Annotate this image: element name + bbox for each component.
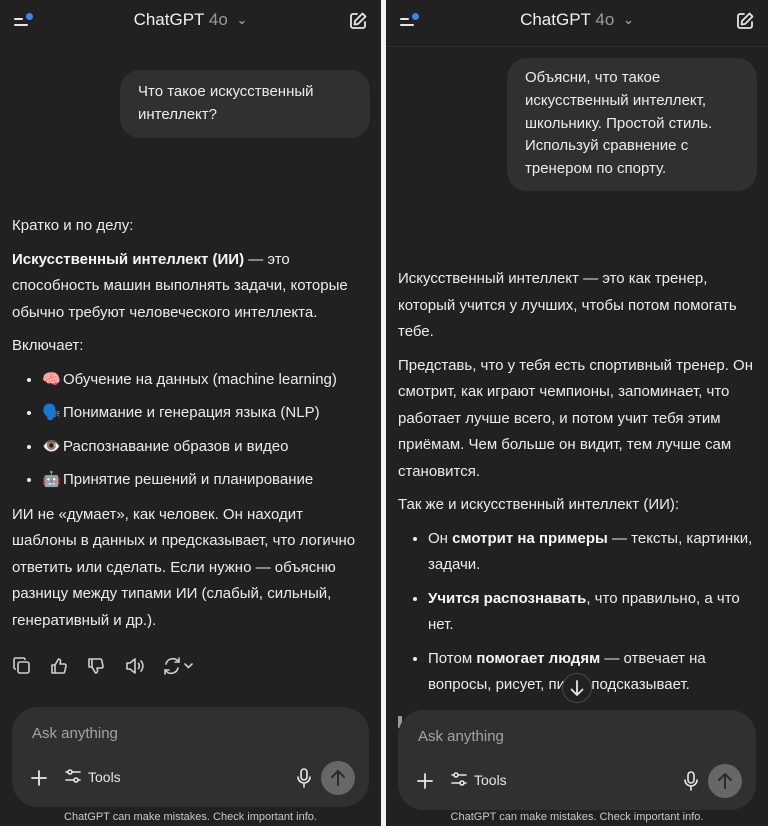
assistant-answer: Кратко и по делу: Искусственный интеллек…: [12, 213, 371, 641]
ask-input[interactable]: Ask anything: [32, 725, 118, 742]
microphone-icon[interactable]: [295, 767, 313, 789]
thumbs-up-icon[interactable]: [49, 656, 71, 678]
definition-term: Искусственный интеллект (ИИ): [12, 250, 245, 268]
top-bar: ChatGPT 4o ⌄: [0, 0, 381, 44]
header-divider: [386, 46, 768, 47]
chevron-down-icon: ⌄: [236, 12, 248, 27]
eye-emoji-icon: 👁️: [42, 437, 61, 455]
answer-paragraph: Представь, что у тебя есть спортивный тр…: [398, 356, 753, 480]
model-version: 4o: [208, 10, 228, 29]
user-message-bubble: Что такое искусственный интеллект?: [120, 70, 370, 138]
new-chat-icon[interactable]: [347, 10, 369, 32]
disclaimer-footer: ChatGPT can make mistakes. Check importa…: [450, 811, 704, 823]
answer-paragraph: Искусственный интеллект — это как тренер…: [398, 270, 737, 340]
app-title: ChatGPT: [133, 10, 205, 29]
microphone-icon[interactable]: [682, 770, 700, 792]
brain-emoji-icon: 🧠: [42, 370, 61, 388]
answer-intro: Кратко и по делу:: [12, 217, 134, 234]
sliders-icon: [451, 772, 467, 786]
top-bar: ChatGPT 4o ⌄: [386, 0, 768, 44]
answer-closing: ИИ не «думает», как человек. Он находит …: [12, 505, 356, 629]
user-message-bubble: Объясни, что такое искусственный интелле…: [507, 58, 757, 191]
scroll-to-bottom-button[interactable]: [562, 673, 592, 703]
tools-label: Tools: [88, 769, 121, 785]
message-composer[interactable]: Ask anything Tools: [12, 707, 369, 807]
regenerate-icon[interactable]: [162, 656, 196, 678]
copy-icon[interactable]: [12, 656, 34, 678]
list-item: Он смотрит на примеры — тексты, картинки…: [428, 526, 758, 579]
model-selector[interactable]: ChatGPT 4o ⌄: [0, 10, 381, 30]
sliders-icon: [65, 769, 81, 783]
answer-paragraph: Так же и искусственный интеллект (ИИ):: [398, 496, 680, 513]
left-chat-screen: ChatGPT 4o ⌄ Что такое искусственный инт…: [0, 0, 381, 826]
arrow-up-icon: [718, 773, 732, 789]
tools-button[interactable]: Tools: [450, 770, 507, 792]
new-chat-icon[interactable]: [734, 10, 756, 32]
tools-button[interactable]: Tools: [64, 767, 121, 789]
add-attachment-icon[interactable]: [416, 772, 434, 790]
list-item: 👁️Распознавание образов и видео: [42, 434, 371, 461]
thumbs-down-icon[interactable]: [86, 656, 108, 678]
speaking-head-emoji-icon: 🗣️: [42, 404, 61, 421]
tools-label: Tools: [474, 772, 507, 788]
add-attachment-icon[interactable]: [30, 769, 48, 787]
list-item: Учится распознавать, что правильно, а чт…: [428, 586, 758, 639]
includes-list: 🧠Обучение на данных (machine learning) 🗣…: [12, 367, 371, 494]
list-item: 🗣️Понимание и генерация языка (NLP): [42, 400, 371, 427]
assistant-answer: Искусственный интеллект — это как тренер…: [398, 266, 758, 707]
app-title: ChatGPT: [520, 10, 591, 29]
list-item: 🤖Принятие решений и планирование: [42, 467, 371, 494]
chevron-down-icon: ⌄: [623, 12, 634, 27]
message-composer[interactable]: Ask anything Tools: [398, 710, 756, 810]
disclaimer-footer: ChatGPT can make mistakes. Check importa…: [64, 811, 317, 823]
send-button[interactable]: [321, 761, 355, 795]
read-aloud-icon[interactable]: [124, 656, 146, 678]
answer-definition: Искусственный интеллект (ИИ) — это спосо…: [12, 250, 348, 321]
robot-emoji-icon: 🤖: [42, 471, 61, 488]
ask-input[interactable]: Ask anything: [418, 728, 504, 745]
list-item: 🧠Обучение на данных (machine learning): [42, 367, 371, 394]
send-button[interactable]: [708, 764, 742, 798]
includes-label: Включает:: [12, 337, 84, 354]
model-selector[interactable]: ChatGPT 4o ⌄: [386, 10, 768, 30]
model-version: 4o: [595, 10, 615, 29]
arrow-down-icon: [570, 680, 584, 696]
right-chat-screen: ChatGPT 4o ⌄ Объясни, что такое искусств…: [386, 0, 768, 826]
arrow-up-icon: [331, 770, 345, 786]
list-item: Потом помогает людям — отвечает на вопро…: [428, 646, 758, 699]
